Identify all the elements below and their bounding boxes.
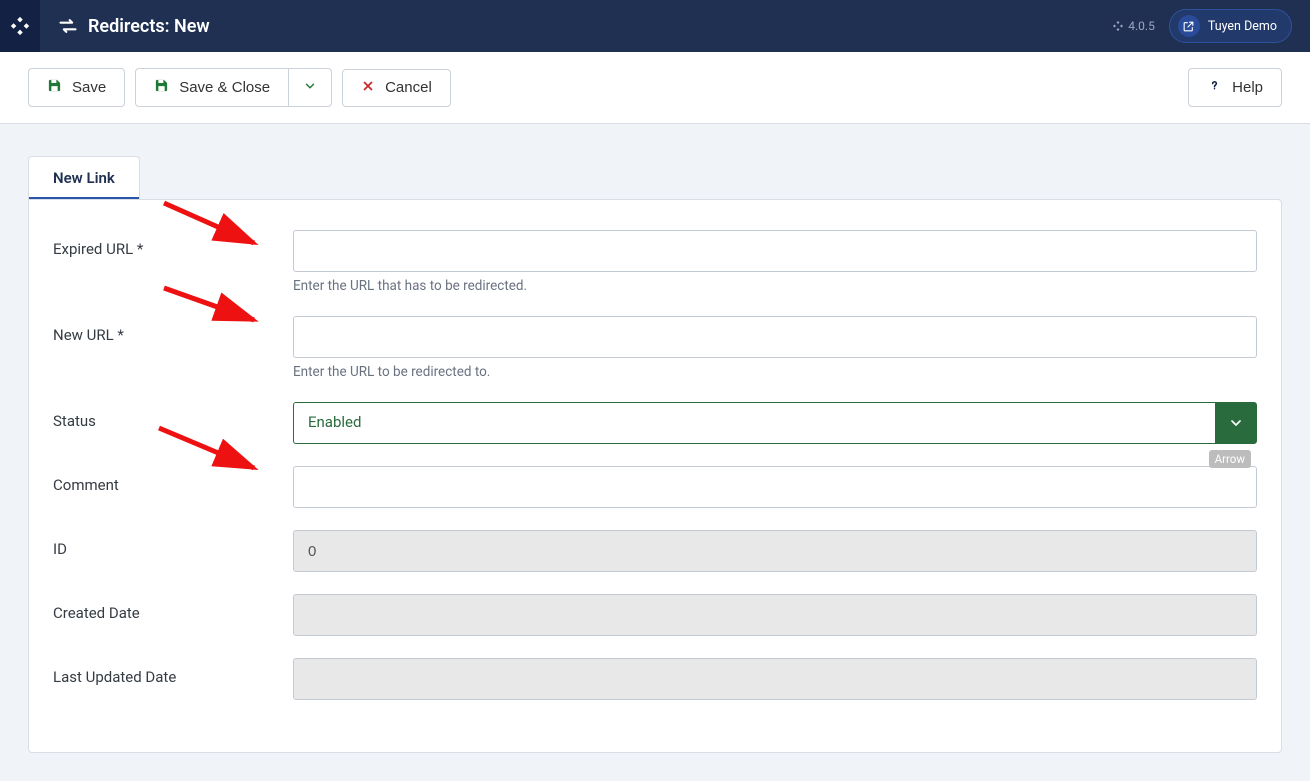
chevron-down-icon [1215, 402, 1257, 444]
version-label[interactable]: 4.0.5 [1112, 19, 1155, 33]
comment-input[interactable] [293, 466, 1257, 508]
help-button[interactable]: Help [1188, 68, 1282, 107]
tabs: New Link [28, 156, 1282, 199]
created-date-input [293, 594, 1257, 636]
row-expired-url: Expired URL * Enter the URL that has to … [53, 230, 1257, 294]
external-link-icon [1178, 15, 1200, 37]
status-value: Enabled [293, 402, 1215, 444]
row-created-date: Created Date [53, 594, 1257, 636]
chevron-down-icon [303, 79, 317, 97]
help-icon [1207, 78, 1222, 97]
page-title: Redirects: New [88, 16, 210, 37]
label-expired-url: Expired URL * [53, 230, 293, 294]
row-comment: Comment Arrow [53, 466, 1257, 508]
save-button[interactable]: Save [28, 68, 125, 107]
row-updated-date: Last Updated Date [53, 658, 1257, 700]
row-new-url: New URL * Enter the URL to be redirected… [53, 316, 1257, 380]
user-menu[interactable]: Tuyen Demo [1169, 9, 1292, 43]
tooltip-arrow: Arrow [1209, 450, 1251, 468]
status-select[interactable]: Enabled [293, 402, 1257, 444]
label-new-url: New URL * [53, 316, 293, 380]
content-area: New Link Expired URL * Enter the URL tha… [0, 156, 1310, 781]
user-name: Tuyen Demo [1208, 19, 1277, 34]
joomla-logo[interactable] [0, 0, 40, 52]
redirect-icon [58, 16, 78, 36]
form-panel: Expired URL * Enter the URL that has to … [28, 199, 1282, 753]
new-url-input[interactable] [293, 316, 1257, 358]
label-status: Status [53, 402, 293, 444]
label-id: ID [53, 530, 293, 572]
updated-date-input [293, 658, 1257, 700]
cancel-button[interactable]: Cancel [342, 69, 451, 107]
cancel-icon [361, 79, 375, 97]
action-toolbar: Save Save & Close Cancel Help [0, 52, 1310, 124]
expired-url-input[interactable] [293, 230, 1257, 272]
save-close-dropdown[interactable] [289, 68, 332, 107]
help-new-url: Enter the URL to be redirected to. [293, 364, 1257, 380]
label-created-date: Created Date [53, 594, 293, 636]
app-header: Redirects: New 4.0.5 Tuyen Demo [0, 0, 1310, 52]
row-id: ID [53, 530, 1257, 572]
save-icon [47, 78, 62, 97]
label-comment: Comment [53, 466, 293, 508]
tab-new-link[interactable]: New Link [28, 156, 140, 199]
help-expired-url: Enter the URL that has to be redirected. [293, 278, 1257, 294]
save-close-group: Save & Close [135, 68, 332, 107]
label-updated-date: Last Updated Date [53, 658, 293, 700]
save-close-button[interactable]: Save & Close [135, 68, 289, 107]
id-input [293, 530, 1257, 572]
save-icon [154, 78, 169, 97]
row-status: Status Enabled [53, 402, 1257, 444]
